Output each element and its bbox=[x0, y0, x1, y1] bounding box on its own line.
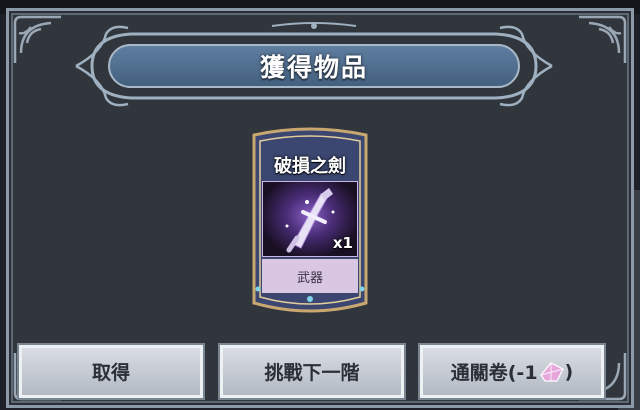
crystal-gem-icon bbox=[539, 361, 564, 382]
clear-ticket-suffix: ) bbox=[564, 360, 574, 383]
item-quantity: x1 bbox=[332, 234, 353, 252]
title-bar: 獲得物品 bbox=[108, 44, 520, 88]
challenge-next-button[interactable]: 挑戰下一階 bbox=[218, 343, 406, 400]
item-name: 破損之劍 bbox=[274, 156, 346, 177]
corner-ornament-icon bbox=[579, 15, 627, 63]
take-button-label: 取得 bbox=[91, 362, 130, 384]
item-image: x1 bbox=[262, 181, 358, 257]
corner-ornament-icon bbox=[13, 15, 61, 63]
clear-ticket-label: 通關卷(-1 bbox=[450, 362, 538, 384]
item-type: 武器 bbox=[262, 259, 358, 293]
challenge-next-label: 挑戰下一階 bbox=[264, 362, 360, 384]
dialog-title: 獲得物品 bbox=[259, 53, 368, 82]
clear-ticket-button[interactable]: 通關卷(-1 ) bbox=[418, 343, 606, 400]
item-card[interactable]: 破損之劍 x1 武器 bbox=[248, 127, 372, 317]
take-button[interactable]: 取得 bbox=[17, 343, 205, 400]
